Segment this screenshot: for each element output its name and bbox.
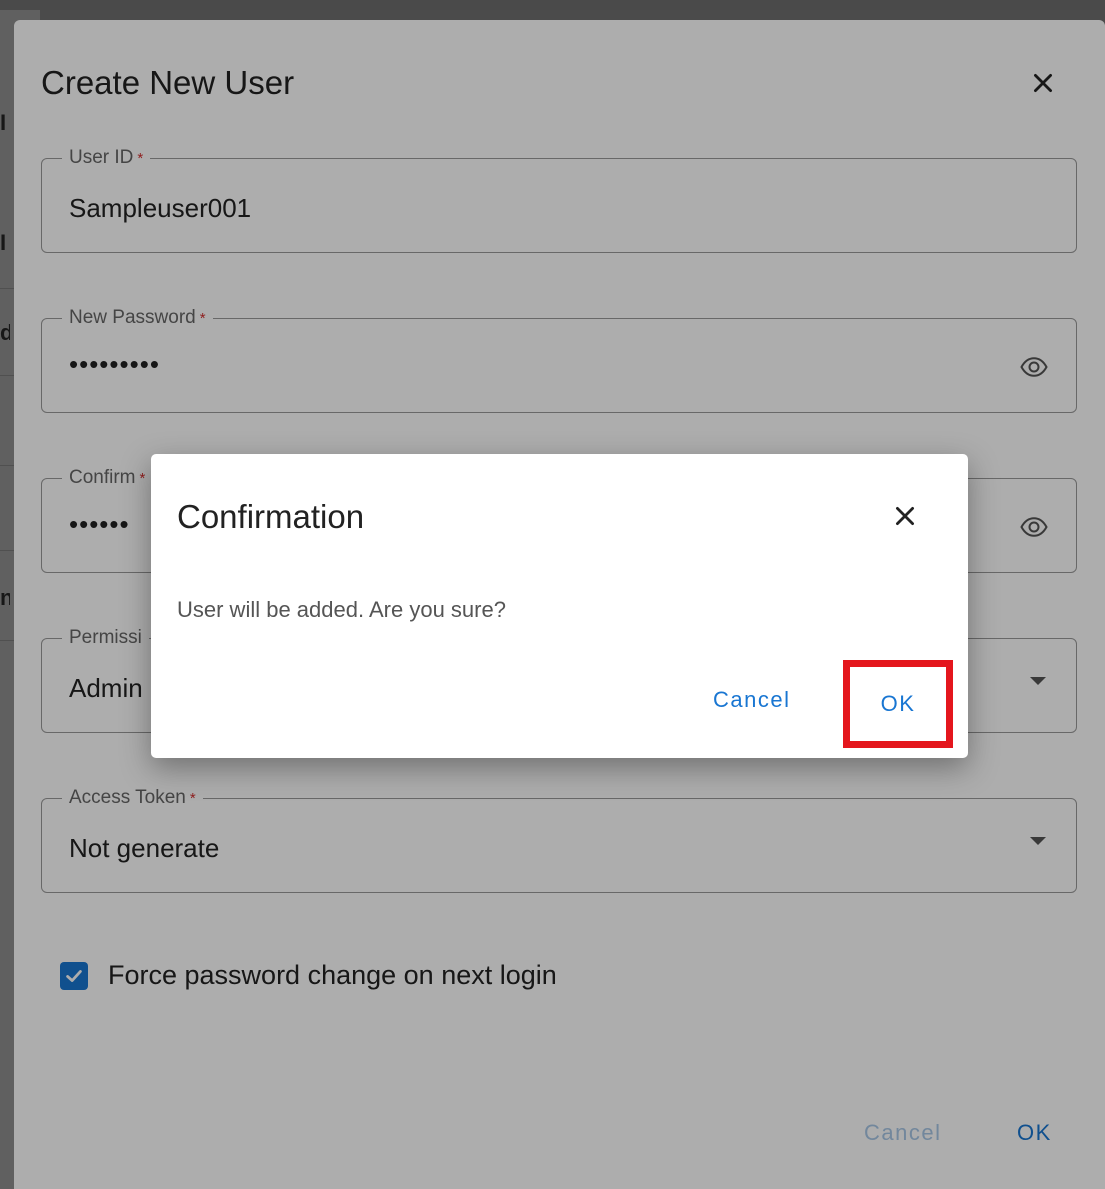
confirmation-title: Confirmation	[177, 498, 365, 535]
ok-button-highlight: OK	[843, 660, 953, 748]
top-strip	[0, 0, 1105, 10]
confirmation-ok-button[interactable]: OK	[881, 691, 916, 717]
confirmation-message: User will be added. Are you sure?	[177, 597, 506, 622]
confirmation-cancel-button[interactable]: Cancel	[713, 687, 790, 713]
close-icon[interactable]	[885, 496, 925, 536]
confirmation-dialog: Confirmation User will be added. Are you…	[151, 454, 968, 758]
